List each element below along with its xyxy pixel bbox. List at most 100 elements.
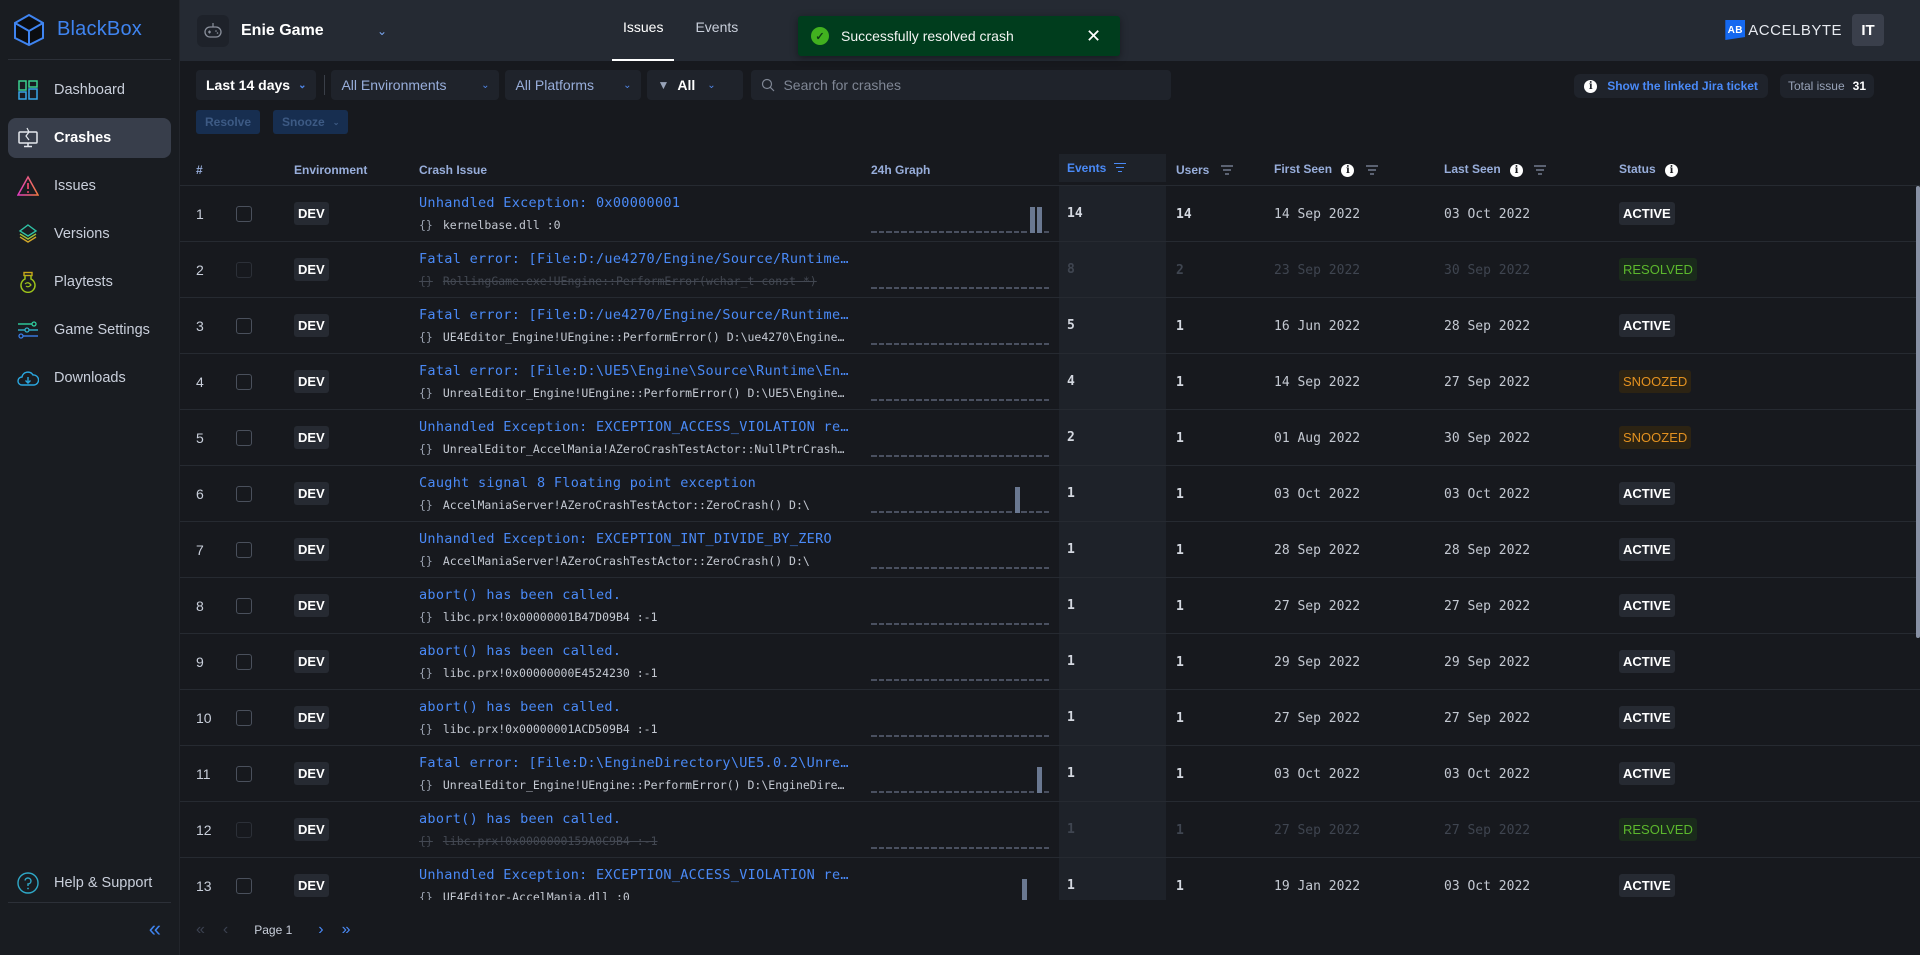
crash-issue-link[interactable]: Caught signal 8 Floating point exception	[419, 475, 851, 491]
crash-issue-link[interactable]: abort() has been called.	[419, 643, 851, 659]
graph-slot	[878, 342, 884, 345]
crash-issue-link[interactable]: Unhandled Exception: EXCEPTION_ACCESS_VI…	[419, 867, 851, 883]
crash-issue-link[interactable]: Fatal error: [File:D:/ue4270/Engine/Sour…	[419, 251, 851, 267]
date-range-dropdown[interactable]: Last 14 days ⌄	[196, 70, 317, 100]
sidebar-item-playtests[interactable]: Playtests	[8, 262, 171, 302]
first-seen-cell: 14 Sep 2022	[1274, 205, 1444, 222]
crash-issue-link[interactable]: Fatal error: [File:D:\EngineDirectory\UE…	[419, 755, 851, 771]
tab-events[interactable]: Events	[684, 0, 749, 61]
sidebar-item-issues[interactable]: Issues	[8, 166, 171, 206]
sort-icon[interactable]	[1220, 165, 1233, 175]
graph-slot	[878, 734, 884, 737]
snooze-button[interactable]: Snooze ⌄	[273, 110, 349, 134]
graph-slot	[1006, 286, 1012, 289]
table-scrollbar[interactable]	[1916, 186, 1920, 638]
crash-issue-link[interactable]: Fatal error: [File:D:\UE5\Engine\Source\…	[419, 363, 851, 379]
next-page-button[interactable]: ›	[318, 921, 323, 939]
table-row[interactable]: 3 DEV Fatal error: [File:D:/ue4270/Engine/…	[180, 298, 1920, 354]
help-support-link[interactable]: Help & Support	[8, 863, 171, 903]
sort-icon[interactable]	[1365, 165, 1378, 175]
row-checkbox[interactable]	[236, 597, 252, 614]
graph-slot	[1021, 510, 1027, 513]
graph-slot	[931, 510, 937, 513]
graph-slot	[908, 342, 914, 345]
row-checkbox[interactable]	[236, 821, 252, 838]
prev-page-button[interactable]: ‹	[223, 921, 228, 939]
header-users[interactable]: Users	[1166, 163, 1274, 177]
crash-issue-link[interactable]: Unhandled Exception: EXCEPTION_ACCESS_VI…	[419, 419, 851, 435]
header-last-seen[interactable]: Last Seen i	[1444, 162, 1619, 177]
info-icon[interactable]: i	[1665, 163, 1679, 177]
sort-icon[interactable]	[1114, 162, 1127, 173]
header-first-seen[interactable]: First Seen i	[1274, 162, 1444, 177]
sort-icon[interactable]	[1534, 165, 1547, 175]
graph-slot	[871, 566, 877, 569]
status-filter-dropdown[interactable]: ▼ All ⌄	[647, 70, 744, 100]
events-count: 2	[1067, 430, 1075, 445]
table-row[interactable]: 2 DEV Fatal error: [File:D:/ue4270/Engine/…	[180, 242, 1920, 298]
first-page-button[interactable]: «	[196, 921, 205, 939]
sidebar-item-crashes[interactable]: Crashes	[8, 118, 171, 158]
table-row[interactable]: 8 DEV abort() has been called. {} libc.prx!0…	[180, 578, 1920, 634]
table-row[interactable]: 11 DEV Fatal error: [File:D:\EngineDirecto…	[180, 746, 1920, 802]
graph-slot	[1043, 510, 1049, 513]
platform-dropdown[interactable]: All Platforms ⌄	[505, 70, 642, 100]
table-row[interactable]: 6 DEV Caught signal 8 Floating point excep…	[180, 466, 1920, 522]
graph-slot	[931, 678, 937, 681]
last-page-button[interactable]: »	[342, 921, 351, 939]
info-icon[interactable]: i	[1510, 163, 1524, 177]
collapse-sidebar-button[interactable]: «	[0, 903, 179, 955]
sidebar-item-downloads[interactable]: Downloads	[8, 358, 171, 398]
row-checkbox[interactable]	[236, 709, 252, 726]
sparkline-24h	[871, 653, 1051, 681]
row-checkbox[interactable]	[236, 205, 252, 222]
search-input[interactable]	[783, 77, 1144, 93]
row-checkbox[interactable]	[236, 653, 252, 670]
table-body: 1 DEV Unhandled Exception: 0x00000001 {} ker…	[180, 186, 1920, 900]
table-row[interactable]: 9 DEV abort() has been called. {} libc.prx!0…	[180, 634, 1920, 690]
sidebar-item-game-settings[interactable]: Game Settings	[8, 310, 171, 350]
info-icon[interactable]: i	[1341, 163, 1355, 177]
environment-dropdown[interactable]: All Environments ⌄	[331, 70, 500, 100]
resolve-button[interactable]: Resolve	[196, 110, 261, 134]
row-checkbox-cell	[236, 821, 294, 838]
table-row[interactable]: 13 DEV Unhandled Exception: EXCEPTION_ACCE…	[180, 858, 1920, 900]
graph-slot	[886, 398, 892, 401]
crash-issue-link[interactable]: Unhandled Exception: 0x00000001	[419, 195, 851, 211]
user-avatar[interactable]: IT	[1852, 14, 1884, 46]
sidebar-item-dashboard[interactable]: Dashboard	[8, 70, 171, 110]
crash-issue-link[interactable]: Unhandled Exception: EXCEPTION_INT_DIVID…	[419, 531, 851, 547]
row-checkbox[interactable]	[236, 765, 252, 782]
row-checkbox[interactable]	[236, 261, 252, 278]
last-seen-cell: 27 Sep 2022	[1444, 373, 1619, 390]
app-logo[interactable]: BlackBox	[8, 0, 171, 60]
events-cell: 1	[1059, 746, 1166, 801]
crash-issue-link[interactable]: Fatal error: [File:D:/ue4270/Engine/Sour…	[419, 307, 851, 323]
graph-slot	[938, 622, 944, 625]
table-row[interactable]: 5 DEV Unhandled Exception: EXCEPTION_ACCES…	[180, 410, 1920, 466]
graph-slot	[953, 566, 959, 569]
show-jira-ticket-toggle[interactable]: i Show the linked Jira ticket	[1574, 74, 1768, 98]
tab-issues[interactable]: Issues	[612, 0, 675, 61]
row-checkbox[interactable]	[236, 429, 252, 446]
row-checkbox[interactable]	[236, 877, 252, 894]
row-checkbox[interactable]	[236, 317, 252, 334]
row-checkbox[interactable]	[236, 485, 252, 502]
table-row[interactable]: 7 DEV Unhandled Exception: EXCEPTION_INT_D…	[180, 522, 1920, 578]
table-row[interactable]: 1 DEV Unhandled Exception: 0x00000001 {} ker…	[180, 186, 1920, 242]
table-row[interactable]: 10 DEV abort() has been called. {} libc.prx!…	[180, 690, 1920, 746]
crash-issue-link[interactable]: abort() has been called.	[419, 699, 851, 715]
pagination: « ‹ Page 1 › »	[196, 915, 369, 945]
game-selector[interactable]: Enie Game ⌄	[180, 14, 590, 47]
sidebar-item-versions[interactable]: Versions	[8, 214, 171, 254]
close-toast-button[interactable]: ✕	[1086, 26, 1120, 47]
environment-badge: DEV	[294, 538, 329, 561]
row-checkbox[interactable]	[236, 541, 252, 558]
crash-issue-link[interactable]: abort() has been called.	[419, 587, 851, 603]
graph-cell	[871, 531, 1059, 569]
table-row[interactable]: 4 DEV Fatal error: [File:D:\UE5\Engine\Sou…	[180, 354, 1920, 410]
header-events[interactable]: Events	[1059, 154, 1166, 182]
crash-issue-link[interactable]: abort() has been called.	[419, 811, 851, 827]
row-checkbox[interactable]	[236, 373, 252, 390]
table-row[interactable]: 12 DEV abort() has been called. {} libc.prx!…	[180, 802, 1920, 858]
